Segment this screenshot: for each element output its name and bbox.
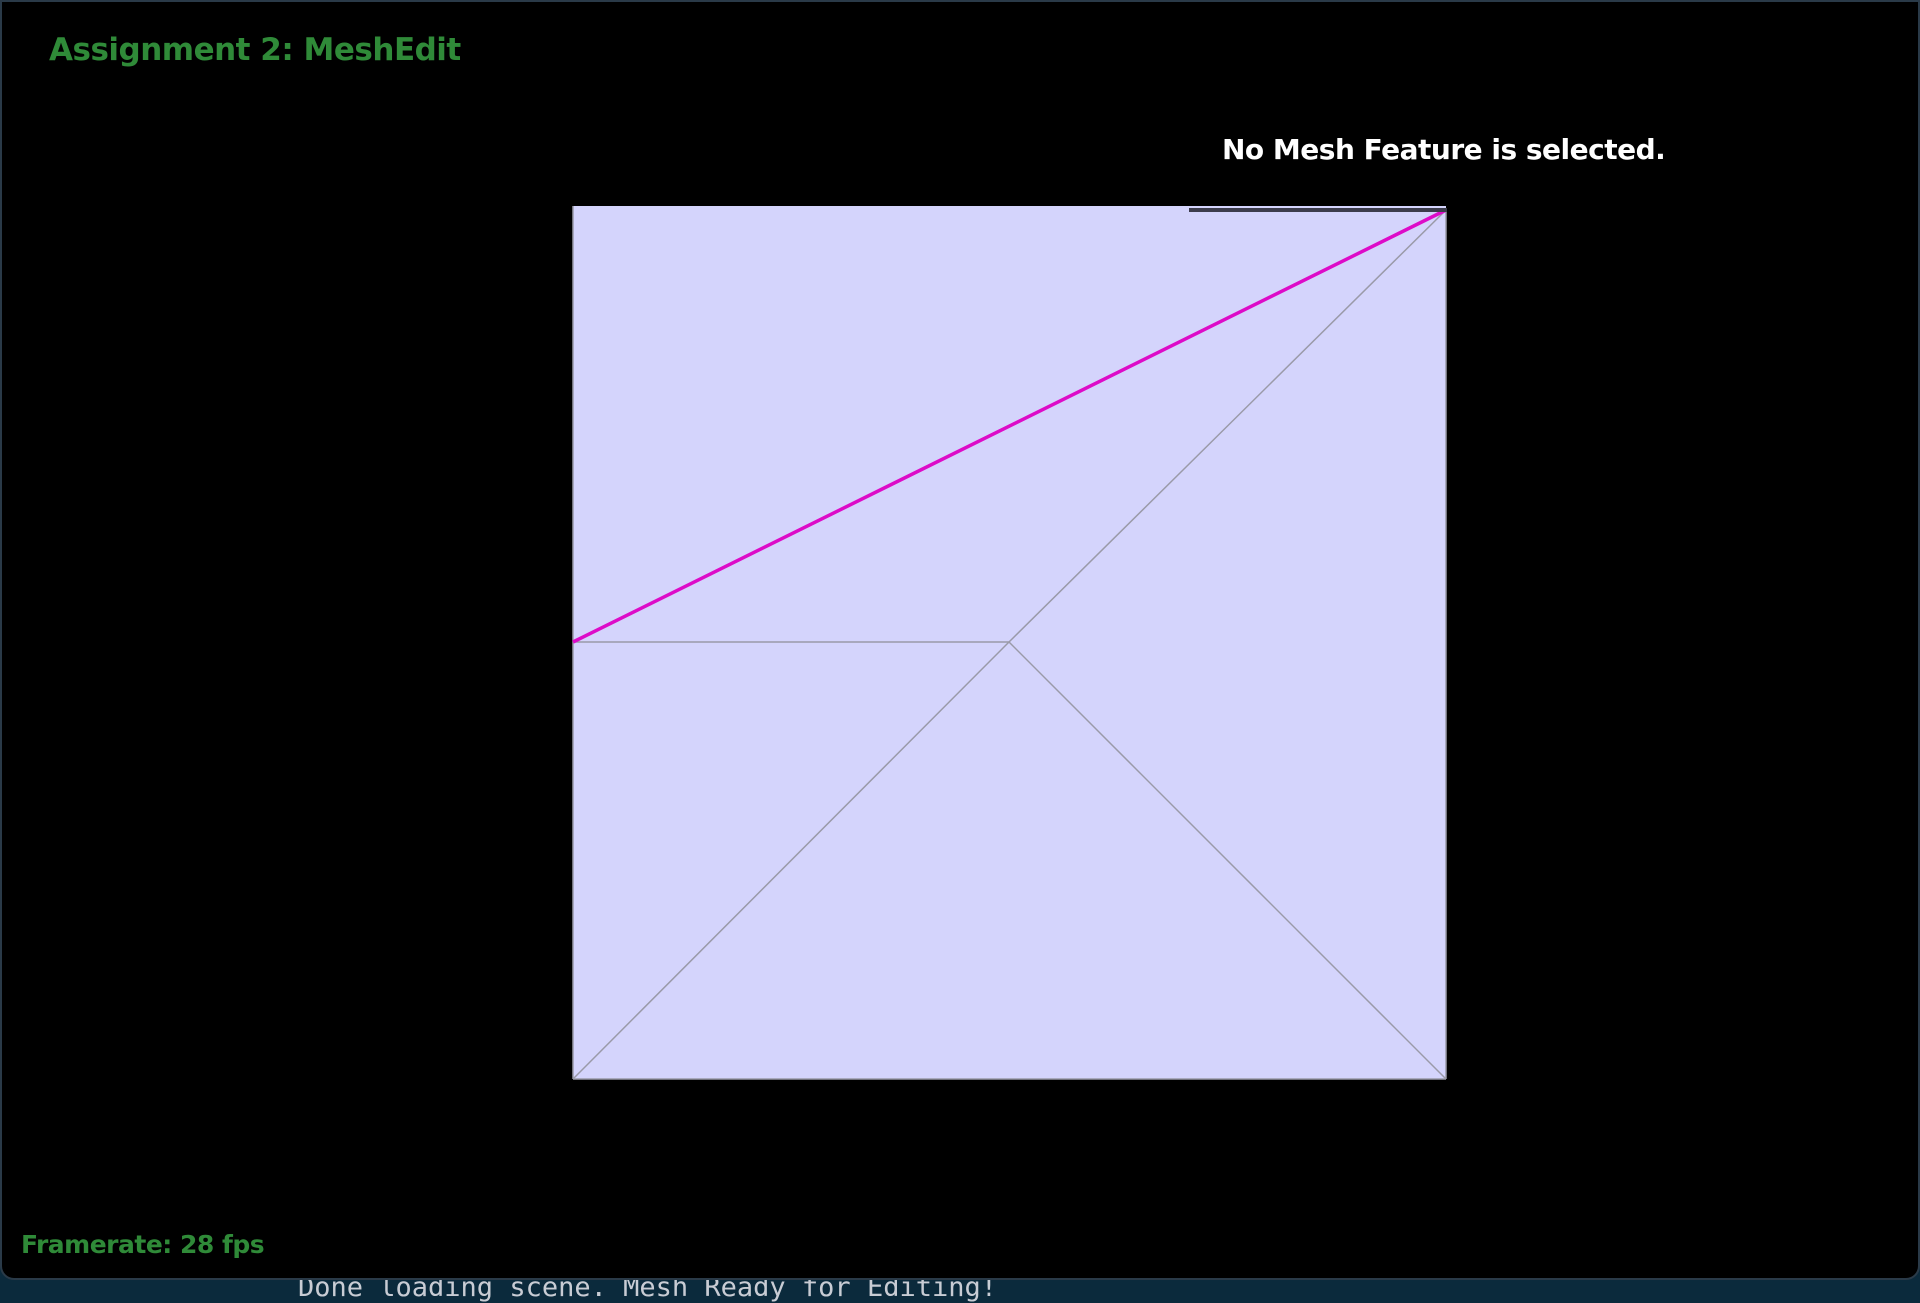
app-title: Assignment 2: MeshEdit	[49, 32, 461, 68]
status-divider	[1189, 208, 1447, 212]
meshedit-window: Assignment 2: MeshEdit No Mesh Feature i…	[0, 0, 1920, 1280]
selection-status-text: No Mesh Feature is selected.	[1222, 133, 1666, 166]
framerate-readout: Framerate: 28 fps	[21, 1230, 265, 1259]
mesh-viewport[interactable]	[2, 2, 1918, 1278]
